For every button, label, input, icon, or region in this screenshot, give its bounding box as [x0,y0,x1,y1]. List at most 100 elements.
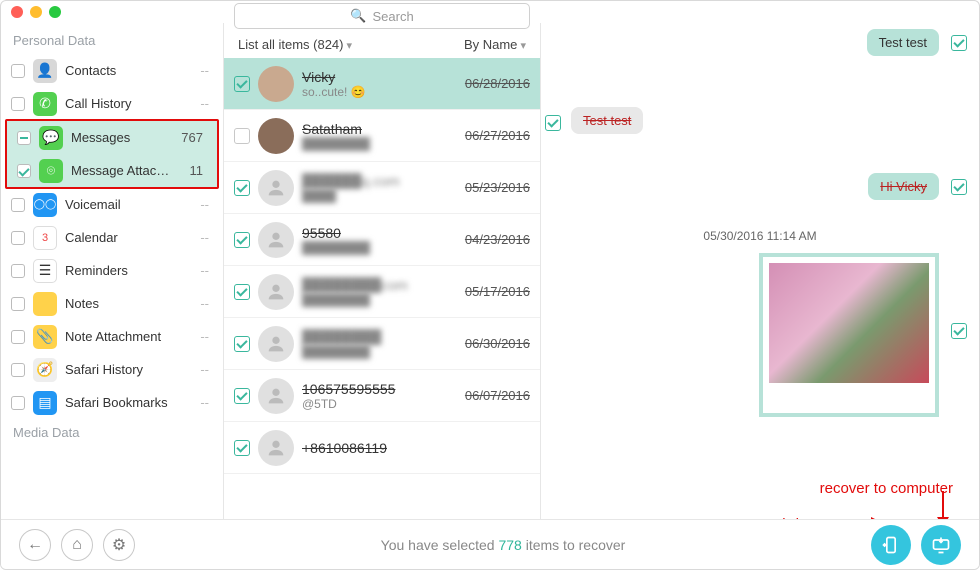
arrow-icon [823,511,883,519]
bubble-checkbox[interactable] [951,179,967,195]
notes-icon [33,292,57,316]
sidebar-count: -- [200,96,209,111]
message-row[interactable]: +8610086119 [224,422,540,474]
row-info: Satatham ████████ [302,121,457,151]
row-checkbox[interactable] [234,232,250,248]
close-icon[interactable] [11,6,23,18]
contact-name: Satatham [302,121,457,137]
checkbox[interactable] [11,198,25,212]
message-row[interactable]: Vicky so..cute! 😊 06/28/2016 [224,58,540,110]
row-checkbox[interactable] [234,76,250,92]
row-checkbox[interactable] [234,284,250,300]
sidebar-label: Reminders [65,263,192,278]
contact-name: +8610086119 [302,440,530,456]
sidebar-count: -- [200,329,209,344]
checkbox[interactable] [11,297,25,311]
sort-dropdown[interactable]: By Name [464,37,526,52]
sidebar-count: 767 [181,130,203,145]
voicemail-icon: ◯◯ [33,193,57,217]
search-input[interactable]: 🔍 Search [234,3,530,29]
phone-icon: ✆ [33,92,57,116]
message-preview: ████████ [302,241,457,255]
maximize-icon[interactable] [49,6,61,18]
checkbox-checked[interactable] [17,164,31,178]
list-header: List all items (824) By Name [224,29,540,58]
sidebar-item-messages[interactable]: 💬 Messages 767 [7,121,217,154]
footer-bar: ← ⌂ ⚙ You have selected 778 items to rec… [1,519,979,569]
checkbox[interactable] [11,231,25,245]
message-date: 06/07/2016 [465,388,530,403]
row-checkbox[interactable] [234,128,250,144]
recover-to-computer-button[interactable] [921,525,961,565]
note-attach-icon: 📎 [33,325,57,349]
back-button[interactable]: ← [19,529,51,561]
message-preview: @5TD [302,397,457,411]
avatar [258,66,294,102]
sidebar-item-call-history[interactable]: ✆ Call History -- [1,87,223,120]
bubble-checkbox[interactable] [951,35,967,51]
sidebar-count: -- [200,197,209,212]
sidebar-section-personal: Personal Data [1,27,223,54]
home-button[interactable]: ⌂ [61,529,93,561]
message-date: 04/23/2016 [465,232,530,247]
message-row[interactable]: ████████ ████████ 06/30/2016 [224,318,540,370]
sidebar-item-message-attach[interactable]: ⌾ Message Attac… 11 [7,154,217,187]
attachment-icon: ⌾ [39,159,63,183]
sidebar-count: -- [200,230,209,245]
bubble-checkbox[interactable] [545,115,561,131]
checkbox-partial[interactable] [17,131,31,145]
row-checkbox[interactable] [234,440,250,456]
contact-name: 106575595555 [302,381,457,397]
avatar [258,274,294,310]
content-wrap: Personal Data 👤 Contacts -- ✆ Call Histo… [1,23,979,519]
chat-image-attachment[interactable] [759,253,939,417]
contact-name: ██████q.com [302,173,457,189]
sidebar-count: -- [200,63,209,78]
sidebar-item-notes[interactable]: Notes -- [1,287,223,320]
checkbox[interactable] [11,64,25,78]
checkbox[interactable] [11,264,25,278]
sidebar-item-safari-bookmarks[interactable]: ▤ Safari Bookmarks -- [1,386,223,419]
bubble-checkbox[interactable] [951,323,967,339]
annotation-text: recover to iPhone [711,516,829,519]
message-row[interactable]: 95580 ████████ 04/23/2016 [224,214,540,266]
contacts-icon: 👤 [33,59,57,83]
checkbox[interactable] [11,330,25,344]
row-checkbox[interactable] [234,180,250,196]
message-row[interactable]: 106575595555 @5TD 06/07/2016 [224,370,540,422]
checkbox[interactable] [11,396,25,410]
message-row[interactable]: Satatham ████████ 06/27/2016 [224,110,540,162]
calendar-icon: 3 [33,226,57,250]
row-checkbox[interactable] [234,388,250,404]
message-row[interactable]: ██████q.com ████ 05/23/2016 [224,162,540,214]
list-filter-dropdown[interactable]: List all items (824) [238,37,352,52]
message-preview: ████████ [302,137,457,151]
checkbox[interactable] [11,97,25,111]
sidebar-item-reminders[interactable]: ☰ Reminders -- [1,254,223,287]
message-date: 06/27/2016 [465,128,530,143]
chat-bubble-out[interactable]: Test test [867,29,939,56]
chat-bubble-in[interactable]: Test test [571,107,643,134]
sidebar-item-voicemail[interactable]: ◯◯ Voicemail -- [1,188,223,221]
sidebar-item-note-attachment[interactable]: 📎 Note Attachment -- [1,320,223,353]
sidebar-item-calendar[interactable]: 3 Calendar -- [1,221,223,254]
row-info: +8610086119 [302,440,530,456]
reminders-icon: ☰ [33,259,57,283]
sidebar-item-safari-history[interactable]: 🧭 Safari History -- [1,353,223,386]
footer-count: 778 [498,537,521,553]
message-preview: ████ [302,189,457,203]
avatar [258,378,294,414]
avatar [258,222,294,258]
minimize-icon[interactable] [30,6,42,18]
checkbox[interactable] [11,363,25,377]
sidebar-count: -- [200,395,209,410]
chat-bubble-out[interactable]: Hi Vicky [868,173,939,200]
row-info: ████████ ████████ [302,329,457,359]
row-info: Vicky so..cute! 😊 [302,69,457,99]
message-row[interactable]: ████████com ████████ 05/17/2016 [224,266,540,318]
row-checkbox[interactable] [234,336,250,352]
recover-to-phone-button[interactable] [871,525,911,565]
settings-button[interactable]: ⚙ [103,529,135,561]
sidebar-item-contacts[interactable]: 👤 Contacts -- [1,54,223,87]
contact-name: ████████com [302,277,457,293]
